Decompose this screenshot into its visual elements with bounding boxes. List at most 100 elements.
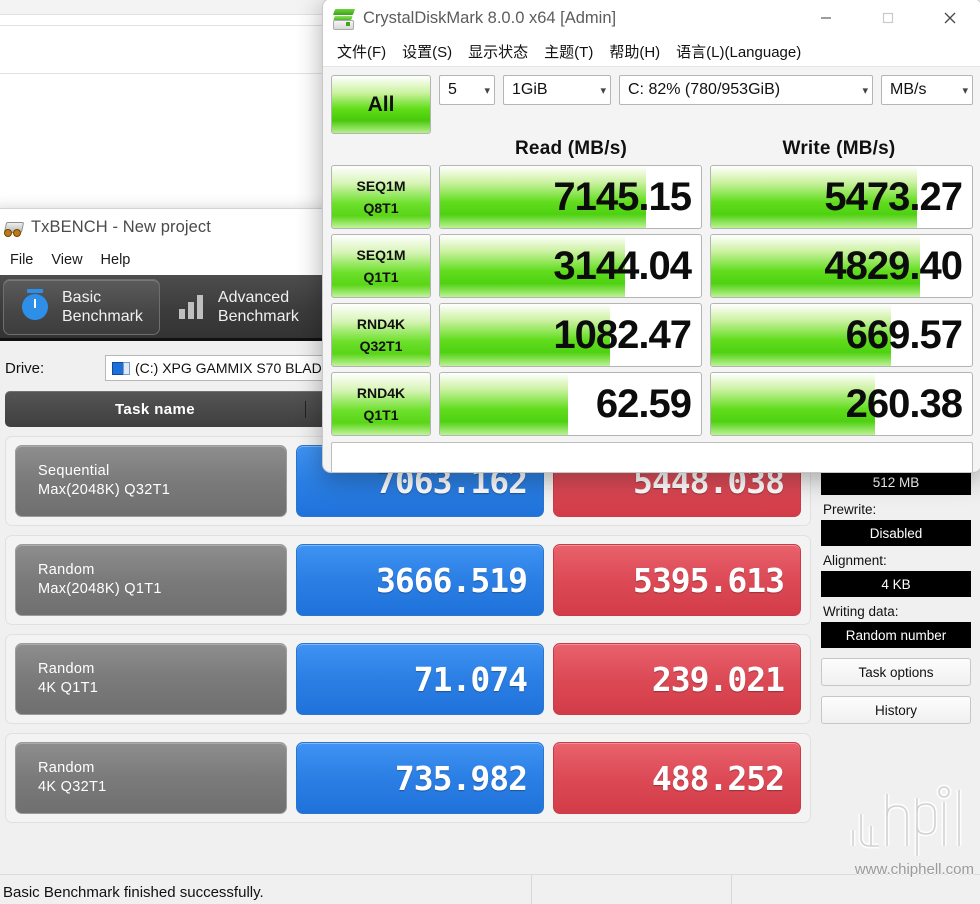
cdm-read-value: 7145.15 — [553, 166, 691, 228]
drive-combobox-value: (C:) XPG GAMMIX S70 BLAD — [135, 360, 322, 376]
background-window-divider-2 — [0, 25, 343, 26]
task-line1: Random — [38, 759, 286, 778]
statusbar-divider-2 — [731, 875, 732, 904]
cdm-write-value: 5473.27 — [824, 166, 962, 228]
cdm-read-value: 3144.04 — [553, 235, 691, 297]
read-value: 735.982 — [296, 742, 544, 814]
task-line2: Max(2048K) Q32T1 — [38, 481, 286, 500]
setting-value-alignment[interactable]: 4 KB — [821, 571, 971, 597]
window-controls — [795, 0, 980, 37]
task-line1: Random — [38, 660, 286, 679]
read-value: 71.074 — [296, 643, 544, 715]
cdm-test-label-seq1m-q1t1[interactable]: SEQ1M Q1T1 — [331, 234, 431, 298]
task-line2: Max(2048K) Q1T1 — [38, 580, 286, 599]
all-button[interactable]: All — [331, 75, 431, 134]
cdm-test-label-rnd4k-q32t1[interactable]: RND4K Q32T1 — [331, 303, 431, 367]
minimize-icon[interactable] — [795, 0, 857, 37]
test-size-select[interactable]: 1GiB ▾ — [503, 75, 611, 105]
cdm-controls: 5 ▾ 1GiB ▾ C: 82% (780/953GiB) ▾ MB/s ▾ — [439, 75, 973, 105]
txbench-menu-help[interactable]: Help — [92, 249, 140, 271]
hard-disk-icon — [112, 361, 129, 375]
task-name-cell[interactable]: Sequential Max(2048K) Q32T1 — [15, 445, 287, 517]
txbench-statusbar: Basic Benchmark finished successfully. — [0, 874, 980, 904]
cdm-write-value: 260.38 — [846, 373, 962, 435]
tab-basic-benchmark[interactable]: Basic Benchmark — [3, 279, 160, 335]
setting-value-writing-data[interactable]: Random number — [821, 622, 971, 648]
cdm-test-name: RND4K — [357, 382, 405, 404]
cdm-menu-settings[interactable]: 设置(S) — [394, 37, 460, 66]
header-spacer — [331, 138, 437, 160]
cdm-body: All 5 ▾ 1GiB ▾ C: 82% (780/953GiB) ▾ — [323, 67, 980, 473]
setting-label-alignment: Alignment: — [823, 553, 971, 568]
maximize-icon[interactable] — [857, 0, 919, 37]
task-line1: Sequential — [38, 462, 286, 481]
task-line1: Random — [38, 561, 286, 580]
disk-drive-icon — [333, 8, 355, 28]
cdm-menu-display-state[interactable]: 显示状态 — [460, 37, 536, 66]
history-button[interactable]: History — [821, 696, 971, 724]
cdm-menubar: 文件(F) 设置(S) 显示状态 主题(T) 帮助(H) 语言(L)(Langu… — [323, 37, 980, 67]
setting-value-prewrite[interactable]: Disabled — [821, 520, 971, 546]
write-value: 239.021 — [553, 643, 801, 715]
task-name-cell[interactable]: Random Max(2048K) Q1T1 — [15, 544, 287, 616]
cdm-titlebar: CrystalDiskMark 8.0.0 x64 [Admin] — [323, 0, 980, 37]
cdm-title: CrystalDiskMark 8.0.0 x64 [Admin] — [363, 9, 616, 28]
cdm-menu-file[interactable]: 文件(F) — [329, 37, 394, 66]
runs-select[interactable]: 5 ▾ — [439, 75, 495, 105]
cdm-toolbar: All 5 ▾ 1GiB ▾ C: 82% (780/953GiB) ▾ — [331, 75, 973, 134]
cdm-read-score: 3144.04 — [439, 234, 702, 298]
crystaldiskmark-window: CrystalDiskMark 8.0.0 x64 [Admin] 文件(F) … — [322, 0, 980, 473]
background-window-titlebar — [0, 0, 343, 14]
cdm-result-row: SEQ1M Q8T1 7145.15 5473.27 — [331, 165, 973, 229]
cdm-test-name: SEQ1M — [356, 244, 405, 266]
cdm-statusbar — [331, 442, 973, 473]
background-window — [0, 0, 344, 219]
cdm-test-label-seq1m-q8t1[interactable]: SEQ1M Q8T1 — [331, 165, 431, 229]
table-row: Random 4K Q1T1 71.074 239.021 — [5, 634, 811, 724]
cdm-write-score: 4829.40 — [710, 234, 973, 298]
bar-chart-icon — [174, 295, 208, 319]
stopwatch-icon — [18, 294, 52, 320]
cdm-test-queue: Q32T1 — [360, 335, 403, 357]
write-value: 488.252 — [553, 742, 801, 814]
cdm-menu-help[interactable]: 帮助(H) — [601, 37, 668, 66]
txbench-status-text: Basic Benchmark finished successfully. — [3, 884, 264, 901]
tab-advanced-line1: Advanced — [218, 289, 289, 306]
txbench-menu-file[interactable]: File — [1, 249, 42, 271]
table-row: Random 4K Q32T1 735.982 488.252 — [5, 733, 811, 823]
cdm-read-value: 1082.47 — [553, 304, 691, 366]
cdm-write-score: 5473.27 — [710, 165, 973, 229]
background-window-divider-3 — [0, 73, 343, 74]
cdm-menu-theme[interactable]: 主题(T) — [536, 37, 601, 66]
statusbar-divider-1 — [531, 875, 532, 904]
unit-select[interactable]: MB/s ▾ — [881, 75, 973, 105]
test-size-value: 1GiB — [512, 81, 594, 99]
cdm-read-score: 1082.47 — [439, 303, 702, 367]
write-value: 5395.613 — [553, 544, 801, 616]
task-options-button[interactable]: Task options — [821, 658, 971, 686]
cdm-write-value: 669.57 — [846, 304, 962, 366]
txbench-title: TxBENCH - New project — [31, 218, 211, 237]
cdm-column-headers: Read (MB/s) Write (MB/s) — [331, 138, 973, 160]
setting-label-prewrite: Prewrite: — [823, 502, 971, 517]
cdm-test-label-rnd4k-q1t1[interactable]: RND4K Q1T1 — [331, 372, 431, 436]
task-line2: 4K Q1T1 — [38, 679, 286, 698]
screen-root: TxBENCH - New project File View Help Bas… — [0, 0, 980, 904]
column-header-task-name: Task name — [5, 401, 306, 418]
cdm-write-header: Write (MB/s) — [705, 138, 973, 160]
chevron-down-icon: ▾ — [962, 84, 968, 97]
tab-basic-benchmark-label: Basic Benchmark — [62, 288, 143, 326]
task-name-cell[interactable]: Random 4K Q32T1 — [15, 742, 287, 814]
tab-basic-line2: Benchmark — [62, 308, 143, 325]
tab-advanced-benchmark[interactable]: Advanced Benchmark — [160, 279, 315, 335]
task-name-cell[interactable]: Random 4K Q1T1 — [15, 643, 287, 715]
chevron-down-icon: ▾ — [484, 84, 490, 97]
drive-select[interactable]: C: 82% (780/953GiB) ▾ — [619, 75, 873, 105]
txbench-menu-view[interactable]: View — [42, 249, 91, 271]
background-window-divider-1 — [0, 14, 343, 15]
cdm-read-bar — [440, 373, 568, 435]
close-icon[interactable] — [919, 0, 980, 37]
cdm-read-score: 62.59 — [439, 372, 702, 436]
drive-select-value: C: 82% (780/953GiB) — [628, 81, 856, 99]
cdm-menu-language[interactable]: 语言(L)(Language) — [668, 37, 809, 66]
